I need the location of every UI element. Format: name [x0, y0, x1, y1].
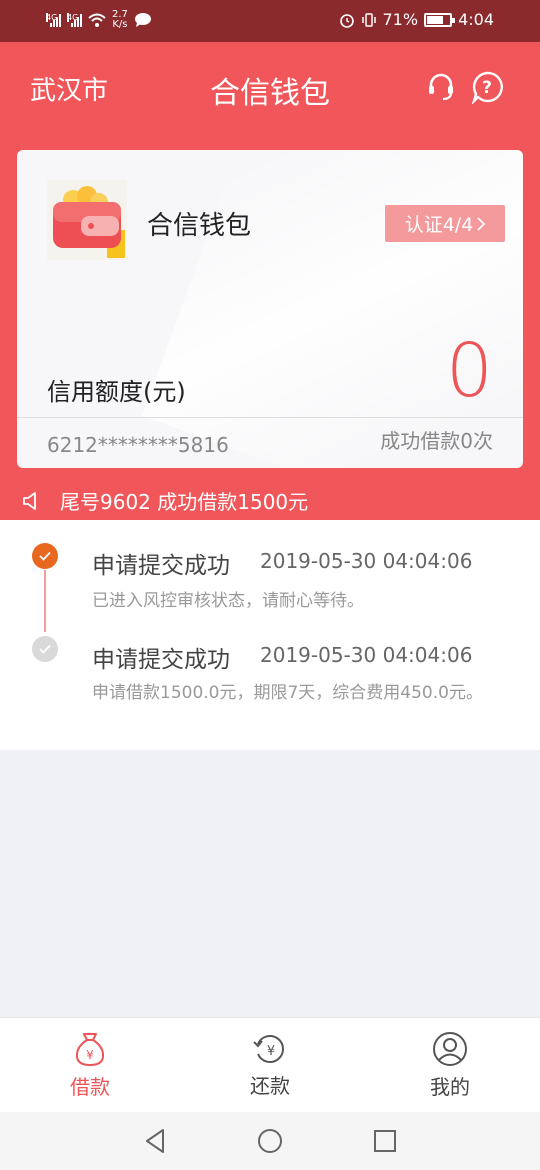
tab-label: 还款: [250, 1074, 290, 1098]
status-left: 4G 4G 2.7 K/s: [46, 10, 152, 30]
timeline-item-time: 2019-05-30 04:04:06: [260, 549, 473, 573]
headset-icon[interactable]: [424, 70, 458, 104]
speed-unit: K/s: [112, 19, 128, 30]
page-title: 合信钱包: [210, 76, 330, 111]
timeline-item-desc: 申请借款1500.0元，期限7天，综合费用450.0元。: [92, 683, 483, 703]
status-right: 71% 4:04: [339, 10, 494, 29]
timeline-item-desc: 已进入风控审核状态，请耐心等待。: [92, 591, 364, 611]
tab-loan[interactable]: ¥ 借款: [0, 1018, 180, 1113]
announcement-text: 尾号9602 成功借款1500元: [60, 490, 309, 514]
status-bar: 4G 4G 2.7 K/s 71% 4:04: [0, 0, 540, 42]
network-type-1: 4G: [46, 13, 58, 22]
home-icon[interactable]: [257, 1128, 283, 1154]
vibrate-icon: [361, 12, 376, 27]
signal-icon-2: 4G: [67, 13, 82, 27]
signal-icon: 4G: [46, 13, 61, 27]
timeline-item-title: 申请提交成功: [92, 647, 230, 673]
tab-repay[interactable]: ¥ 还款: [180, 1018, 360, 1113]
message-icon: [134, 13, 151, 27]
clock: 4:04: [458, 10, 494, 29]
wifi-icon: [88, 13, 106, 27]
battery-icon: [424, 12, 456, 27]
card-shine: [142, 150, 523, 468]
bank-card-number: 6212********5816: [47, 433, 229, 457]
network-type-2: 4G: [67, 13, 79, 22]
user-icon: [433, 1032, 467, 1066]
card-divider: [17, 417, 523, 418]
success-loan-count: 成功借款0次: [380, 429, 493, 453]
speaker-icon: [23, 491, 36, 510]
repay-icon: ¥: [253, 1035, 284, 1063]
tab-mine[interactable]: 我的: [360, 1018, 540, 1113]
tab-label: 我的: [430, 1075, 470, 1099]
system-nav-bar: [0, 1112, 540, 1170]
svg-text:?: ?: [482, 78, 492, 98]
network-speed: 2.7 K/s: [112, 10, 128, 30]
timeline-check-active-icon: [32, 543, 58, 569]
verify-button[interactable]: 认证4/4: [385, 205, 505, 242]
timeline-item-title: 申请提交成功: [92, 553, 230, 579]
timeline-check-done-icon: [32, 636, 58, 662]
bottom-tab-bar: ¥ 借款 ¥ 还款 我的: [0, 1017, 540, 1112]
timeline-connector: [44, 570, 46, 632]
credit-limit-value: 0: [445, 328, 493, 414]
announcement-bar: 尾号9602 成功借款1500元: [22, 486, 308, 515]
wallet-name: 合信钱包: [147, 211, 252, 241]
verify-label: 认证4/4: [404, 214, 474, 236]
timeline-item-time: 2019-05-30 04:04:06: [260, 643, 473, 667]
wallet-logo-icon: [47, 180, 127, 260]
back-icon[interactable]: [143, 1128, 167, 1154]
money-bag-icon: ¥: [75, 1033, 105, 1067]
credit-limit-label: 信用额度(元): [47, 378, 186, 406]
chevron-right-icon: [477, 216, 486, 231]
tab-label: 借款: [70, 1075, 110, 1099]
battery-percent: 71%: [382, 10, 419, 29]
alarm-icon: [339, 13, 354, 28]
svg-text:¥: ¥: [267, 1044, 275, 1059]
svg-text:¥: ¥: [86, 1048, 94, 1062]
recents-icon[interactable]: [373, 1129, 397, 1153]
wallet-card: 合信钱包 认证4/4 信用额度(元) 0 6212********5816 成功…: [17, 150, 523, 468]
help-icon[interactable]: ?: [470, 70, 504, 106]
